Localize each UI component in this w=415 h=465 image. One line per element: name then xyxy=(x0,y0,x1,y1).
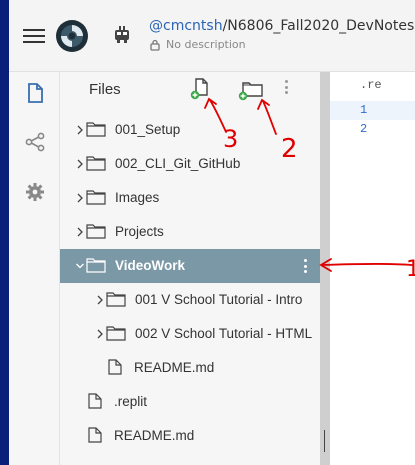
tree-item-label: 002_CLI_Git_GitHub xyxy=(115,156,241,171)
folder-icon xyxy=(86,156,106,171)
chevron-right-icon[interactable] xyxy=(76,159,84,169)
chevron-right-icon[interactable] xyxy=(76,125,84,135)
tree-item-label: 002 V School Tutorial - HTML xyxy=(135,326,313,341)
tree-folder-row[interactable]: 002 V School Tutorial - HTML xyxy=(60,317,320,351)
tree-folder-row[interactable]: 001 V School Tutorial - Intro xyxy=(60,283,320,317)
repo-description: No description xyxy=(149,38,246,51)
tree-folder-row[interactable]: Projects xyxy=(60,215,320,249)
add-folder-button[interactable] xyxy=(236,76,266,104)
tree-item-label: 001_Setup xyxy=(115,122,181,137)
repo-description-text: No description xyxy=(166,38,246,51)
chevron-right-icon[interactable] xyxy=(96,295,104,305)
avatar[interactable] xyxy=(110,22,134,46)
activity-rail xyxy=(9,72,60,465)
tree-file-row[interactable]: .replit xyxy=(60,385,320,419)
files-title: Files xyxy=(89,81,121,98)
folder-icon xyxy=(86,122,106,137)
files-panel: Files 001_Setup 002_CLI_Git_GitHub Images P… xyxy=(60,72,330,465)
files-icon[interactable] xyxy=(24,82,46,104)
tree-file-row[interactable]: README.md xyxy=(60,351,320,385)
settings-icon[interactable] xyxy=(24,181,46,203)
chevron-right-icon[interactable] xyxy=(96,329,104,339)
files-header: Files xyxy=(60,72,320,106)
folder-icon xyxy=(106,326,126,341)
repo-owner-link[interactable]: @cmcntsh xyxy=(149,18,223,34)
folder-icon xyxy=(86,190,106,205)
folder-icon xyxy=(86,224,106,239)
chevron-right-icon[interactable] xyxy=(76,193,84,203)
file-icon xyxy=(108,359,122,375)
files-more-icon[interactable] xyxy=(285,80,289,97)
lock-icon xyxy=(150,39,160,51)
tree-item-label: VideoWork xyxy=(115,258,186,273)
line-number: 1 xyxy=(360,103,368,117)
app-logo-icon[interactable] xyxy=(55,19,89,53)
folder-icon xyxy=(86,258,106,273)
line-number: 2 xyxy=(360,122,368,136)
repo-title[interactable]: @cmcntsh/N6806_Fall2020_DevNotes xyxy=(149,18,415,34)
window-edge xyxy=(0,0,9,465)
file-icon xyxy=(88,427,102,443)
chevron-right-icon[interactable] xyxy=(76,227,84,237)
editor-pane[interactable]: .re 1 2 xyxy=(330,72,415,465)
tree-folder-row[interactable]: 001_Setup xyxy=(60,113,320,147)
scrollbar[interactable] xyxy=(320,72,330,465)
tree-file-row[interactable]: README.md xyxy=(60,419,320,453)
tree-item-label: Images xyxy=(115,190,160,205)
tree-folder-row[interactable]: Images xyxy=(60,181,320,215)
chevron-down-icon[interactable] xyxy=(76,261,84,271)
folder-more-icon[interactable] xyxy=(304,259,308,276)
tree-item-label: Projects xyxy=(115,224,164,239)
current-line-highlight xyxy=(330,101,415,120)
share-icon[interactable] xyxy=(24,131,46,153)
repo-name[interactable]: N6806_Fall2020_DevNotes xyxy=(227,18,414,34)
tree-item-label: 001 V School Tutorial - Intro xyxy=(135,292,303,307)
app-header: @cmcntsh/N6806_Fall2020_DevNotes No desc… xyxy=(9,0,415,72)
tree-folder-row[interactable]: VideoWork xyxy=(60,249,320,283)
tree-item-label: .replit xyxy=(114,394,148,409)
file-icon xyxy=(88,393,102,409)
file-tree: 001_Setup 002_CLI_Git_GitHub Images Project… xyxy=(60,113,320,453)
scrollbar-thumb[interactable] xyxy=(324,430,325,452)
folder-icon xyxy=(106,292,126,307)
tree-item-label: README.md xyxy=(114,428,195,443)
add-file-button[interactable] xyxy=(187,76,217,104)
tree-item-label: README.md xyxy=(134,360,215,375)
tree-folder-row[interactable]: 002_CLI_Git_GitHub xyxy=(60,147,320,181)
editor-tab[interactable]: .re xyxy=(360,78,382,92)
menu-icon[interactable] xyxy=(23,27,45,45)
